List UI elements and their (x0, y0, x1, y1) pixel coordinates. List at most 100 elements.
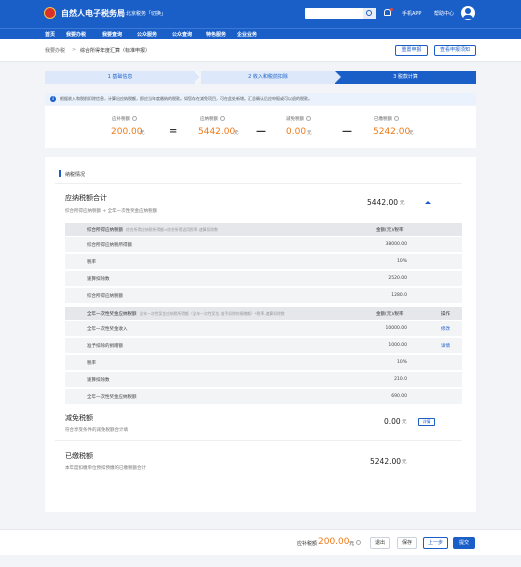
row-label: 税率 (87, 361, 96, 366)
minus-sign: — (256, 126, 266, 137)
nav-item-tax-handling[interactable]: 我要办税 (66, 31, 86, 38)
row-label: 全年一次性奖金应纳税额 (87, 395, 137, 400)
nav-item-enterprise[interactable]: 企业业务 (237, 31, 257, 38)
notification-dot (390, 8, 393, 11)
row-value: 1000.00 (388, 343, 407, 348)
submit-button[interactable]: 提交 (453, 537, 475, 549)
row-label: 综合所得应纳税额 (87, 294, 123, 299)
help-icon[interactable] (356, 540, 361, 545)
table-row: 全年一次性奖金收入 10000.00 修改 (65, 321, 462, 337)
reduction-value: 0.00 (286, 127, 307, 137)
step-tax-calculation[interactable]: 3 税款计算 (335, 71, 476, 84)
save-button[interactable]: 保存 (397, 537, 417, 549)
paid-value: 5242.00 (373, 127, 411, 137)
help-icon[interactable] (132, 116, 137, 121)
phone-app-link[interactable]: 手机APP (402, 10, 421, 17)
minus-sign: — (342, 126, 352, 137)
paid-block-unit: 元 (402, 460, 407, 465)
exit-button[interactable]: 退出 (370, 537, 390, 549)
row-value: 10% (396, 360, 407, 365)
details-link[interactable]: 详情 (441, 343, 450, 349)
avatar[interactable] (461, 6, 475, 20)
row-label: 综合所得应纳税所得额 (87, 243, 132, 248)
edit-link[interactable]: 修改 (441, 326, 450, 332)
row-value: 10% (396, 259, 407, 264)
bell-icon[interactable] (383, 8, 393, 17)
table-row: 全年一次性奖金应纳税额 690.00 (65, 389, 462, 405)
table-row: 税率 10% (65, 254, 462, 270)
tax-summary: 应补税额 200.00 元 = 应纳税额 5442.00 元 — 减免税额 0.… (45, 106, 476, 148)
amount-column-header: 金额(元)/税率 (376, 228, 404, 233)
comprehensive-table-header: 综合所得应纳税额 综合所得应纳税所得额×综合所得适用税率-速算扣除数 金额(元)/… (65, 223, 462, 236)
payable-value: 5442.00 (198, 127, 236, 137)
reduction-block-value: 0.00 (384, 417, 401, 426)
collapse-chevron-icon[interactable] (425, 201, 431, 204)
comprehensive-table-title: 综合所得应纳税额 (87, 228, 123, 233)
help-icon[interactable] (306, 116, 311, 121)
step-progress: 1 基础信息 2 收入和税前扣除 3 税款计算 (45, 71, 476, 84)
region-switch[interactable]: 北京税务「切换」 (126, 10, 166, 17)
search-input[interactable] (305, 8, 376, 19)
nav-item-public-service[interactable]: 公众服务 (137, 31, 157, 38)
nav-item-public-query[interactable]: 公众查询 (172, 31, 192, 38)
row-label: 税率 (87, 260, 96, 265)
operation-column-header: 操作 (441, 312, 450, 317)
row-value: 1280.0 (391, 293, 407, 298)
main-nav: 首页 我要办税 我要查询 公众服务 公众查询 特色服务 企业业务 (0, 28, 521, 39)
site-title[interactable]: 自然人电子税务局 (61, 8, 125, 19)
nav-item-featured[interactable]: 特色服务 (206, 31, 226, 38)
reduction-unit: 元 (307, 131, 312, 136)
view-notice-button[interactable]: 查看申报须知 (434, 45, 476, 56)
refund-value: 200.00 (111, 127, 143, 137)
reduction-details-button[interactable]: 详情 (418, 418, 435, 426)
refund-label: 应补税额 (112, 116, 137, 122)
table-row: 综合所得应纳税额 1280.0 (65, 288, 462, 304)
paid-block-subtitle: 本年度扣缴单位预扣预缴的已缴税额合计 (65, 466, 146, 471)
bonus-formula-note: 全年一次性奖金应纳税所得额（全年一次性奖金-准予扣除的捐赠额）*税率-速算扣除数 (139, 311, 285, 316)
row-label: 速算扣除数 (87, 378, 110, 383)
row-value: 690.00 (391, 394, 407, 399)
step-income-deduction[interactable]: 2 收入和税前扣除 (201, 71, 335, 84)
previous-step-button[interactable]: 上一步 (423, 537, 448, 549)
breadcrumb-separator: > (72, 47, 77, 53)
page-title: 综合所得年度汇算（标准申报） (80, 48, 151, 54)
reset-declaration-button[interactable]: 重置申报 (395, 45, 428, 56)
row-value: 10000.00 (385, 326, 407, 331)
payable-total-value: 5442.00 (367, 198, 399, 207)
bonus-table-title: 全年一次性奖金应纳税额 (87, 312, 137, 317)
payable-total-subtitle: 综合所得应纳税额 + 全年一次性奖金应纳税额 (65, 209, 158, 214)
help-icon[interactable] (394, 116, 399, 121)
footer-refund-unit: 元 (349, 541, 355, 547)
bonus-table-header: 全年一次性奖金应纳税额 全年一次性奖金应纳税所得额（全年一次性奖金-准予扣除的捐赠… (65, 307, 462, 320)
payable-total-title: 应纳税额合计 (65, 194, 107, 202)
info-notice: i 根据收入和税前扣除信息，计算出应纳税额，即应当年度缴纳的税款。如您存在减免项… (45, 93, 476, 105)
notice-text: 根据收入和税前扣除信息，计算出应纳税额，即应当年度缴纳的税款。如您存在减免项目，… (60, 96, 312, 101)
payable-unit: 元 (234, 131, 239, 136)
step-basic-info[interactable]: 1 基础信息 (45, 71, 195, 84)
amount-column-header: 金额(元)/税率 (376, 312, 404, 317)
row-value: 38000.00 (385, 242, 407, 247)
info-icon: i (50, 96, 56, 102)
section-title: 纳税情况 (65, 172, 86, 178)
paid-label: 已缴税额 (374, 116, 399, 122)
refund-unit: 元 (140, 131, 145, 136)
search-icon[interactable] (363, 8, 376, 19)
help-icon[interactable] (220, 116, 225, 121)
row-label: 速算扣除数 (87, 277, 110, 282)
footer-refund-value: 200.00 (318, 537, 350, 547)
paid-block-title: 已缴税额 (65, 452, 93, 460)
table-row: 速算扣除数 2520.00 (65, 271, 462, 287)
comprehensive-formula-note: 综合所得应纳税所得额×综合所得适用税率-速算扣除数 (126, 227, 218, 232)
table-row: 综合所得应纳税所得额 38000.00 (65, 237, 462, 253)
help-center-link[interactable]: 帮助中心 (434, 10, 454, 17)
title-bar: 我要办税 > 综合所得年度汇算（标准申报） 重置申报 查看申报须知 (0, 39, 521, 62)
action-footer: 应补税额 200.00 元 退出 保存 上一步 提交 (0, 529, 521, 555)
equals-sign: = (169, 126, 178, 137)
tax-detail-card: 纳税情况 应纳税额合计 综合所得应纳税额 + 全年一次性奖金应纳税额 5442.… (45, 157, 476, 512)
reduction-block-subtitle: 符合享受条件的减免税额合计填 (65, 428, 128, 433)
section-marker (59, 170, 61, 177)
nav-item-home[interactable]: 首页 (45, 31, 55, 38)
nav-item-query[interactable]: 我要查询 (102, 31, 122, 38)
breadcrumb[interactable]: 我要办税 (45, 47, 65, 54)
row-label: 全年一次性奖金收入 (87, 327, 128, 332)
